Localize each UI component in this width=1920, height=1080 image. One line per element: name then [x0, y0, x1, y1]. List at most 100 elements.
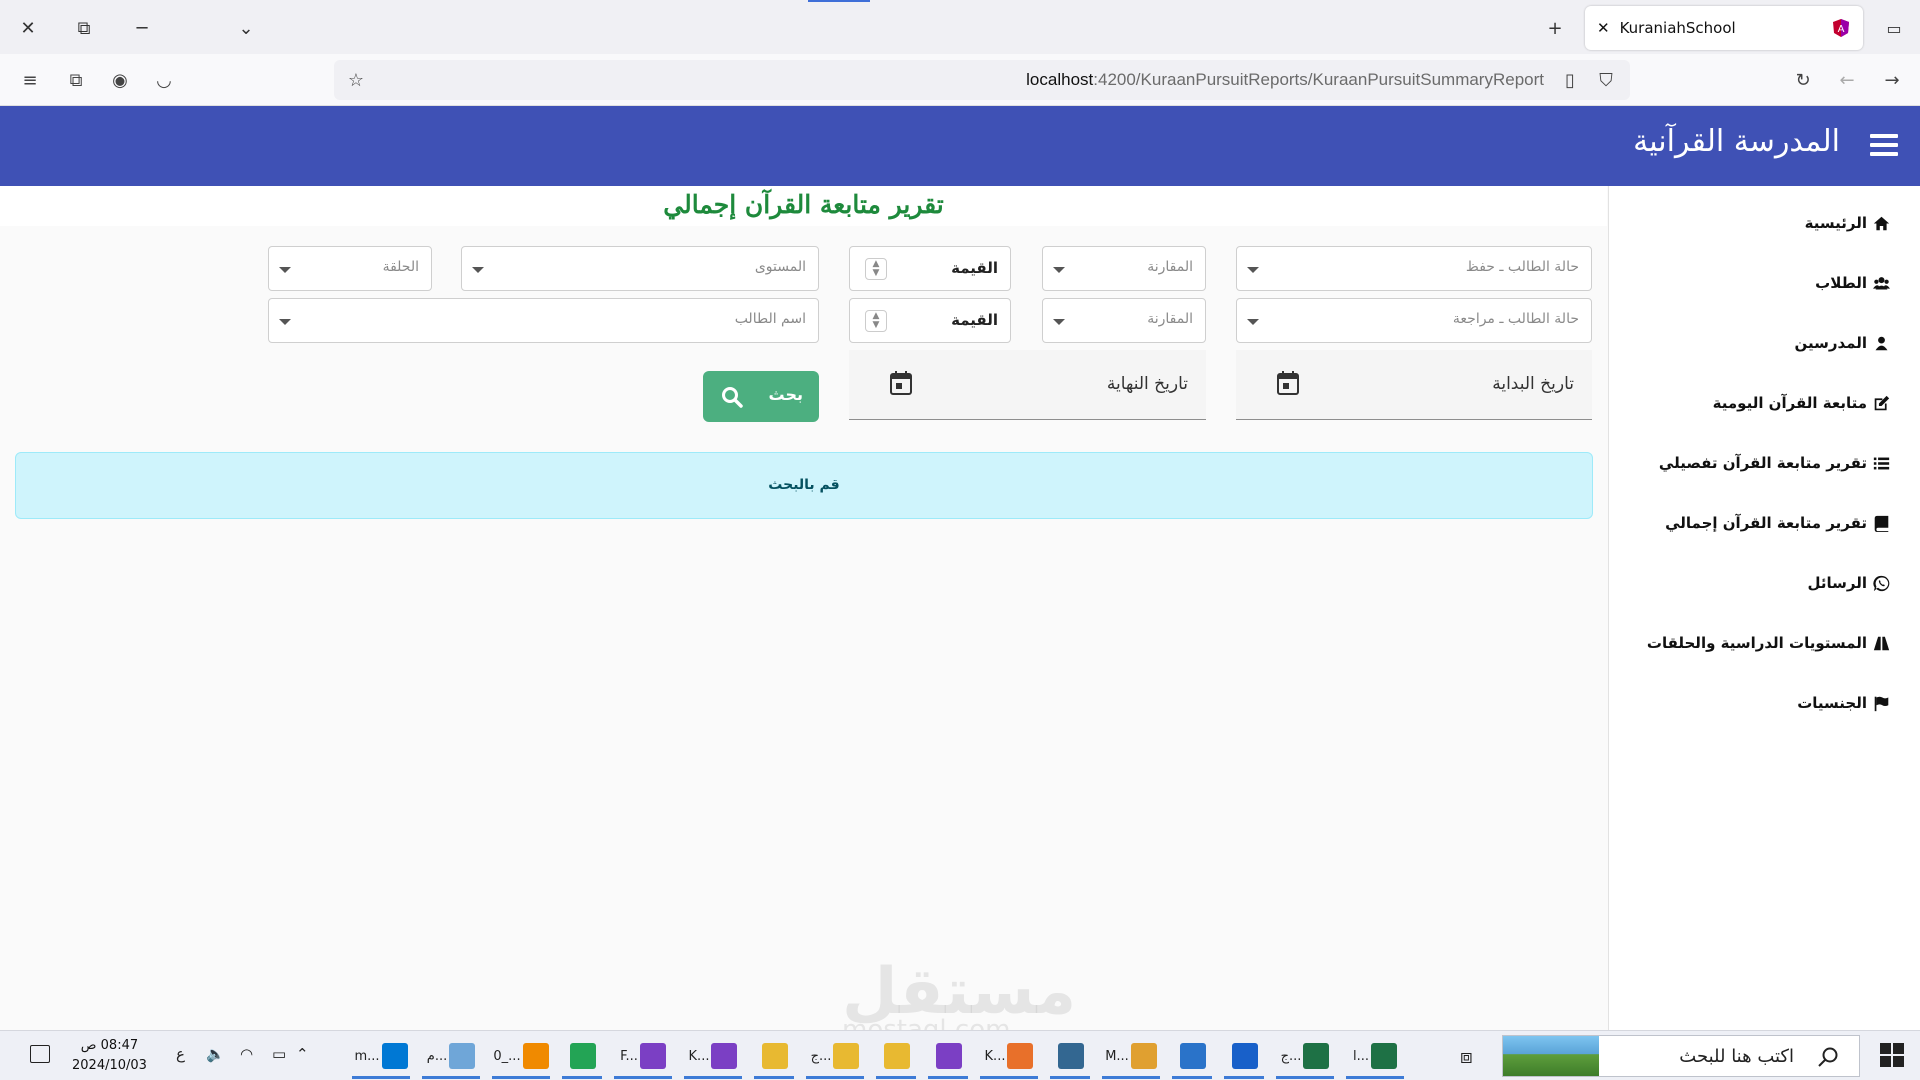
taskbar-app-button[interactable]	[1172, 1037, 1212, 1079]
menu-icon[interactable]: ≡	[14, 64, 46, 96]
taskbar-active-indicator	[1276, 1076, 1334, 1079]
sidebar: الرئيسية الطلاب المدرسين متابعة القرآن ا…	[1608, 186, 1920, 1030]
taskbar-app-icon	[1371, 1043, 1398, 1069]
taskbar-active-indicator	[876, 1076, 916, 1079]
circle-placeholder: الحلقة	[382, 259, 419, 275]
forward-arrow-icon[interactable]: →	[1876, 64, 1908, 96]
search-button[interactable]: بحث	[703, 371, 819, 422]
sidebar-item-home[interactable]: الرئيسية	[1805, 208, 1890, 238]
extensions-icon[interactable]: ⧉	[60, 64, 92, 96]
battery-icon[interactable]: ▭	[272, 1045, 286, 1063]
close-window-icon[interactable]: ✕	[12, 12, 44, 44]
taskbar-app-button[interactable]: K...	[684, 1037, 742, 1079]
new-tab-icon[interactable]: +	[1539, 12, 1571, 44]
sidebar-item-messages[interactable]: الرسائل	[1807, 568, 1890, 598]
sidebar-item-summary-report[interactable]: تقرير متابعة القرآن إجمالي	[1665, 508, 1890, 538]
hamburger-menu-icon[interactable]	[1870, 134, 1898, 158]
url-text[interactable]: localhost:4200/KuraanPursuitReports/Kura…	[1026, 70, 1544, 90]
address-bar[interactable]: ☆ localhost:4200/KuraanPursuitReports/Ku…	[334, 60, 1630, 100]
volume-icon[interactable]: 🔈	[206, 1045, 225, 1063]
taskbar-app-icon	[1180, 1043, 1206, 1069]
circle-select[interactable]: الحلقة	[268, 246, 432, 291]
account-icon[interactable]: ◉	[104, 64, 136, 96]
taskbar-app-button[interactable]	[928, 1037, 968, 1079]
bookmark-star-icon[interactable]: ☆	[340, 64, 372, 96]
taskbar-app-button[interactable]: M...	[1102, 1037, 1160, 1079]
clock-time: 08:47 ص	[80, 1038, 139, 1053]
taskbar-app-icon	[1232, 1043, 1258, 1069]
level-select[interactable]: المستوى	[461, 246, 819, 291]
input-language[interactable]: ع	[176, 1045, 185, 1063]
start-date-label: تاريخ البداية	[1492, 374, 1574, 394]
notifications-icon[interactable]	[30, 1045, 50, 1063]
taskbar-app-button[interactable]: K...	[980, 1037, 1038, 1079]
taskbar-app-icon	[833, 1043, 860, 1069]
taskbar-active-indicator	[614, 1076, 672, 1079]
sidebar-item-label: المدرسين	[1794, 334, 1867, 352]
search-icon	[1818, 1047, 1838, 1067]
comparison-select-2[interactable]: المقارنة	[1042, 298, 1206, 343]
sidebar-item-nationalities[interactable]: الجنسيات	[1797, 688, 1890, 718]
taskbar-app-button[interactable]: ج...	[1276, 1037, 1334, 1079]
sidebar-item-detailed-report[interactable]: تقرير متابعة القرآن تفصيلي	[1659, 448, 1890, 478]
taskbar-app-button[interactable]: ا...	[1346, 1037, 1404, 1079]
taskbar-app-button[interactable]: F...	[614, 1037, 672, 1079]
taskbar-app-button[interactable]: m...	[352, 1037, 410, 1079]
taskbar-app-label: M...	[1105, 1048, 1129, 1064]
taskbar-app-button[interactable]	[1050, 1037, 1090, 1079]
reader-view-icon[interactable]: ▯	[1554, 64, 1586, 96]
back-arrow-icon[interactable]: ←	[1831, 64, 1863, 96]
reload-icon[interactable]: ↻	[1787, 64, 1819, 96]
taskbar-app-button[interactable]: 0_...	[492, 1037, 550, 1079]
taskbar-app-button[interactable]	[1224, 1037, 1264, 1079]
taskbar-active-indicator	[422, 1076, 480, 1079]
status-hifz-select[interactable]: حالة الطالب ـ حفظ	[1236, 246, 1592, 291]
browser-tab-bar: ✕ ⧉ ─ ⌄ + ✕ KuraniahSchool A ▭	[0, 0, 1920, 54]
windows-start-icon[interactable]	[1880, 1043, 1904, 1067]
shield-icon[interactable]: ⛉	[1590, 64, 1622, 96]
taskbar-app-button[interactable]: م...	[422, 1037, 480, 1079]
sidebar-item-students[interactable]: الطلاب	[1815, 268, 1890, 298]
number-spinner-icon[interactable]: ▲ ▼	[865, 310, 887, 332]
browser-tab[interactable]: ✕ KuraniahSchool A	[1585, 6, 1863, 50]
sidebar-item-daily-follow-up[interactable]: متابعة القرآن اليومية	[1713, 388, 1890, 418]
task-view-icon[interactable]: ⧈	[1460, 1037, 1473, 1075]
taskbar-app-icon	[570, 1043, 596, 1069]
end-date-field[interactable]: تاريخ النهاية	[849, 350, 1206, 420]
value-input-2[interactable]: القيمة ▲ ▼	[849, 298, 1011, 343]
chevron-down-icon	[472, 267, 484, 273]
taskbar-search-box[interactable]: اكتب هنا للبحث	[1502, 1035, 1860, 1077]
loading-indicator	[808, 0, 870, 2]
tab-list-chevron-icon[interactable]: ⌄	[230, 12, 262, 44]
taskbar-app-button[interactable]	[562, 1037, 602, 1079]
sidebar-item-label: متابعة القرآن اليومية	[1712, 394, 1867, 412]
tab-close-icon[interactable]: ✕	[1597, 19, 1610, 37]
taskbar-active-indicator	[980, 1076, 1038, 1079]
wifi-icon[interactable]: ◠	[240, 1045, 253, 1063]
tab-overview-icon[interactable]: ▭	[1878, 12, 1910, 44]
taskbar-app-icon	[884, 1043, 910, 1069]
sidebar-item-teachers[interactable]: المدرسين	[1794, 328, 1890, 358]
restore-window-icon[interactable]: ⧉	[68, 12, 100, 44]
status-review-select[interactable]: حالة الطالب ـ مراجعة	[1236, 298, 1592, 343]
taskbar-active-indicator	[1172, 1076, 1212, 1079]
calendar-icon[interactable]	[1276, 370, 1300, 396]
taskbar-app-button[interactable]	[876, 1037, 916, 1079]
tray-chevron-icon[interactable]: ⌃	[296, 1045, 309, 1063]
taskbar-clock[interactable]: 08:47 ص 2024/10/03	[72, 1036, 147, 1076]
start-date-field[interactable]: تاريخ البداية	[1236, 350, 1592, 420]
taskbar-app-button[interactable]: ج...	[806, 1037, 864, 1079]
taskbar-app-button[interactable]	[754, 1037, 794, 1079]
comparison-placeholder: المقارنة	[1147, 259, 1193, 275]
pocket-icon[interactable]: ◡	[148, 64, 180, 96]
search-icon	[722, 387, 743, 408]
value-input-1[interactable]: القيمة ▲ ▼	[849, 246, 1011, 291]
calendar-icon[interactable]	[889, 370, 913, 396]
comparison-select-1[interactable]: المقارنة	[1042, 246, 1206, 291]
taskbar-active-indicator	[1102, 1076, 1160, 1079]
browser-nav-bar: ≡ ⧉ ◉ ◡ ☆ localhost:4200/KuraanPursuitRe…	[0, 54, 1920, 106]
student-name-select[interactable]: اسم الطالب	[268, 298, 819, 343]
sidebar-item-levels-circles[interactable]: المستويات الدراسية والحلقات	[1647, 628, 1890, 658]
minimize-window-icon[interactable]: ─	[126, 12, 158, 44]
number-spinner-icon[interactable]: ▲ ▼	[865, 258, 887, 280]
